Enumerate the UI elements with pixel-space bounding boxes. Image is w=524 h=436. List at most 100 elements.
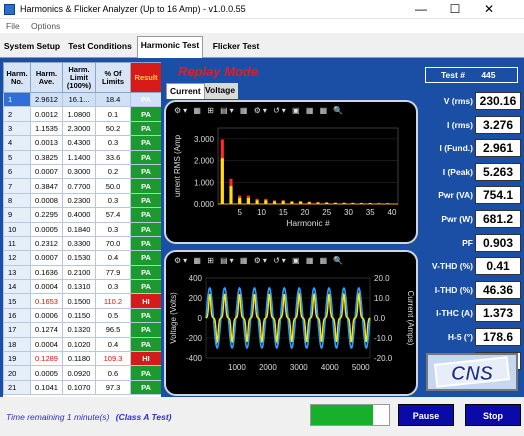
cell-ave: 0.3825 <box>30 149 63 165</box>
table-row[interactable]: 8 0.0008 0.2300 0.3 PA <box>3 192 161 209</box>
progress-bar <box>310 404 390 426</box>
table-row[interactable]: 12 0.0007 0.1530 0.4 PA <box>3 250 161 266</box>
tab-harmonic-test[interactable]: Harmonic Test <box>137 36 203 58</box>
y2-axis-label: Current (Amps) <box>406 291 415 346</box>
cell-ave: 0.0007 <box>30 163 63 180</box>
column-header[interactable]: Result <box>130 62 161 93</box>
cell-result: PA <box>130 207 161 223</box>
cell-no: 4 <box>3 135 31 151</box>
table-row[interactable]: 7 0.3847 0.7700 50.0 PA <box>3 178 161 194</box>
plot-area <box>217 127 399 205</box>
table-row[interactable]: 17 0.1274 0.1320 96.5 PA <box>3 322 161 338</box>
table-row[interactable]: 10 0.0005 0.1840 0.3 PA <box>3 221 161 237</box>
table-row[interactable]: 15 0.1653 0.1500 110.2 HI <box>3 293 161 309</box>
tab-flicker-test[interactable]: Flicker Test <box>208 38 264 56</box>
cell-result: PA <box>130 264 161 281</box>
y2-tick-label: 0.0 <box>374 314 386 323</box>
cell-result: PA <box>130 135 161 151</box>
table-row[interactable]: 2 0.0012 1.0800 0.1 PA <box>3 106 161 122</box>
cell-limit: 0.2300 <box>62 192 96 209</box>
reading-label: V-THD (%) <box>431 261 473 272</box>
harmonic-spectrum-chart: 0.000 1.000 2.000 3.000 5 10 15 20 25 30 35 40 Harmo… <box>173 127 399 228</box>
cell-ave: 0.0013 <box>30 135 63 151</box>
column-header[interactable]: Harm. Limit (100%) <box>62 62 96 93</box>
cell-pct: 110.2 <box>95 293 131 309</box>
status-text: Time remaining 1 minute(s) (Class A Test… <box>6 412 172 422</box>
cell-result: HI <box>130 351 161 367</box>
maximize-icon[interactable]: ☐ <box>440 0 470 19</box>
table-row[interactable]: 18 0.0004 0.1020 0.4 PA <box>3 336 161 353</box>
tab-current[interactable]: Current <box>166 83 205 99</box>
reading-value: 46.36 <box>475 280 521 299</box>
table-row[interactable]: 11 0.2312 0.3300 70.0 PA <box>3 235 161 252</box>
table-row[interactable]: 19 0.1289 0.1180 109.3 HI <box>3 351 161 367</box>
column-header[interactable]: % Of Limits <box>95 62 131 93</box>
tab-voltage[interactable]: Voltage <box>202 83 238 99</box>
cell-result: PA <box>130 322 161 338</box>
chart-toolbar[interactable]: ⚙▾ ▦ ⊞ ▤▾ ▦ ⚙▾ ↺▾ ▣ ▦ ▦ 🔍 <box>174 106 408 119</box>
table-row[interactable]: 13 0.1636 0.2100 77.9 PA <box>3 264 161 281</box>
cell-ave: 0.0005 <box>30 221 63 237</box>
cell-result: PA <box>130 163 161 180</box>
x-tick-label: 25 <box>322 208 331 217</box>
cell-result: PA <box>130 250 161 266</box>
time-remaining: Time remaining 1 minute(s) <box>6 412 110 422</box>
column-header[interactable]: Harm. No. <box>3 62 31 93</box>
y2-tick-label: 20.0 <box>374 274 390 283</box>
pause-button[interactable]: Pause <box>398 404 454 426</box>
cell-no: 1 <box>3 91 31 108</box>
cell-result: PA <box>130 149 161 165</box>
table-row[interactable]: 20 0.0005 0.0920 0.6 PA <box>3 365 161 381</box>
progress-fill <box>311 405 374 425</box>
cell-result: PA <box>130 379 161 396</box>
chart-toolbar-2[interactable]: ⚙▾ ▦ ⊞ ▤▾ ▦ ⚙▾ ↺▾ ▣ ▦ ▦ 🔍 <box>174 256 408 269</box>
table-row[interactable]: 6 0.0007 0.3000 0.2 PA <box>3 163 161 180</box>
cell-pct: 97.3 <box>95 379 131 396</box>
table-row[interactable]: 16 0.0006 0.1150 0.5 PA <box>3 307 161 324</box>
tab-system-setup[interactable]: System Setup <box>2 38 62 56</box>
tab-test-conditions[interactable]: Test Conditions <box>66 38 134 56</box>
cell-ave: 1.1535 <box>30 120 63 137</box>
cell-limit: 0.3000 <box>62 163 96 180</box>
cell-ave: 0.0004 <box>30 336 63 353</box>
reading-value: 3.276 <box>475 115 521 134</box>
x-tick-label: 10 <box>257 208 266 217</box>
cell-ave: 0.0005 <box>30 365 63 381</box>
harmonics-grid[interactable]: Harm. No. Harm. Ave. Harm. Limit (100%)% O… <box>3 62 161 397</box>
close-icon[interactable]: ✕ <box>474 0 504 19</box>
stop-button[interactable]: Stop <box>465 404 521 426</box>
reading-label: I-THD (%) <box>434 284 473 295</box>
cell-limit: 0.1310 <box>62 279 96 295</box>
cell-no: 2 <box>3 106 31 122</box>
minimize-icon[interactable]: — <box>406 0 436 19</box>
cell-no: 9 <box>3 207 31 223</box>
cell-pct: 96.5 <box>95 322 131 338</box>
y-axis-label: urrent RMS (Amp <box>173 134 182 197</box>
cell-limit: 0.1070 <box>62 379 96 396</box>
y-tick-label: 2.000 <box>194 157 215 166</box>
table-row[interactable]: 5 0.3825 1.1400 33.6 PA <box>3 149 161 165</box>
cell-limit: 0.7700 <box>62 178 96 194</box>
x-tick-label: 5000 <box>352 363 370 372</box>
table-row[interactable]: 21 0.1041 0.1070 97.3 PA <box>3 379 161 396</box>
cell-pct: 18.4 <box>95 91 131 108</box>
table-row[interactable]: 14 0.0004 0.1310 0.3 PA <box>3 279 161 295</box>
column-header[interactable]: Harm. Ave. <box>30 62 63 93</box>
y-tick-label: -200 <box>186 334 203 343</box>
cell-ave: 0.3847 <box>30 178 63 194</box>
table-row[interactable]: 9 0.2295 0.4000 57.4 PA <box>3 207 161 223</box>
x-axis-label: Harmonic # <box>286 218 330 228</box>
table-row[interactable]: 1 2.9612 16.1... 18.4 PA <box>3 91 161 108</box>
reading-label: V (rms) <box>443 96 473 106</box>
table-row[interactable]: 4 0.0013 0.4300 0.3 PA <box>3 135 161 151</box>
table-row[interactable]: 3 1.1535 2.3000 50.2 PA <box>3 120 161 137</box>
reading-value: 178.6 <box>475 328 521 346</box>
reading-label: I (Fund.) <box>439 143 473 154</box>
cell-no: 10 <box>3 221 31 237</box>
menu-file[interactable]: File <box>6 21 20 31</box>
y-tick-label: 0.000 <box>194 200 215 209</box>
cell-result: PA <box>130 307 161 324</box>
cell-result: PA <box>130 235 161 252</box>
cell-ave: 0.1289 <box>30 351 63 367</box>
menu-options[interactable]: Options <box>31 21 60 31</box>
